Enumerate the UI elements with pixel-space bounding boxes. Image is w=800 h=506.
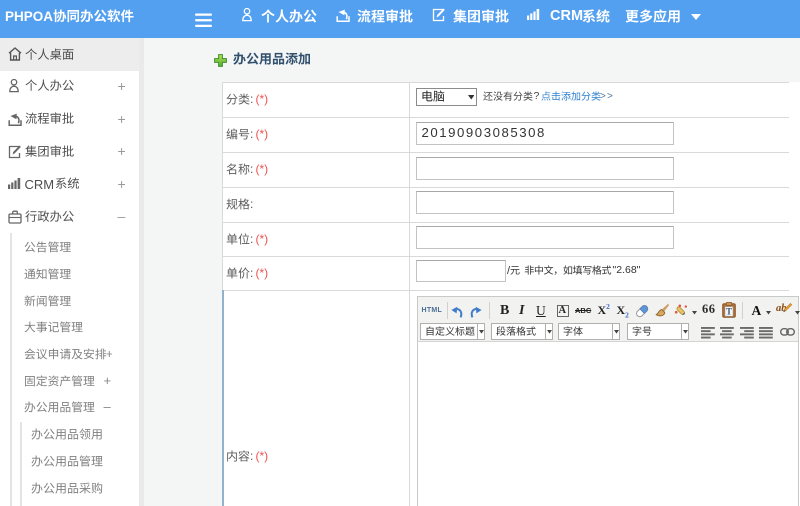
svg-text:T: T (726, 307, 732, 317)
